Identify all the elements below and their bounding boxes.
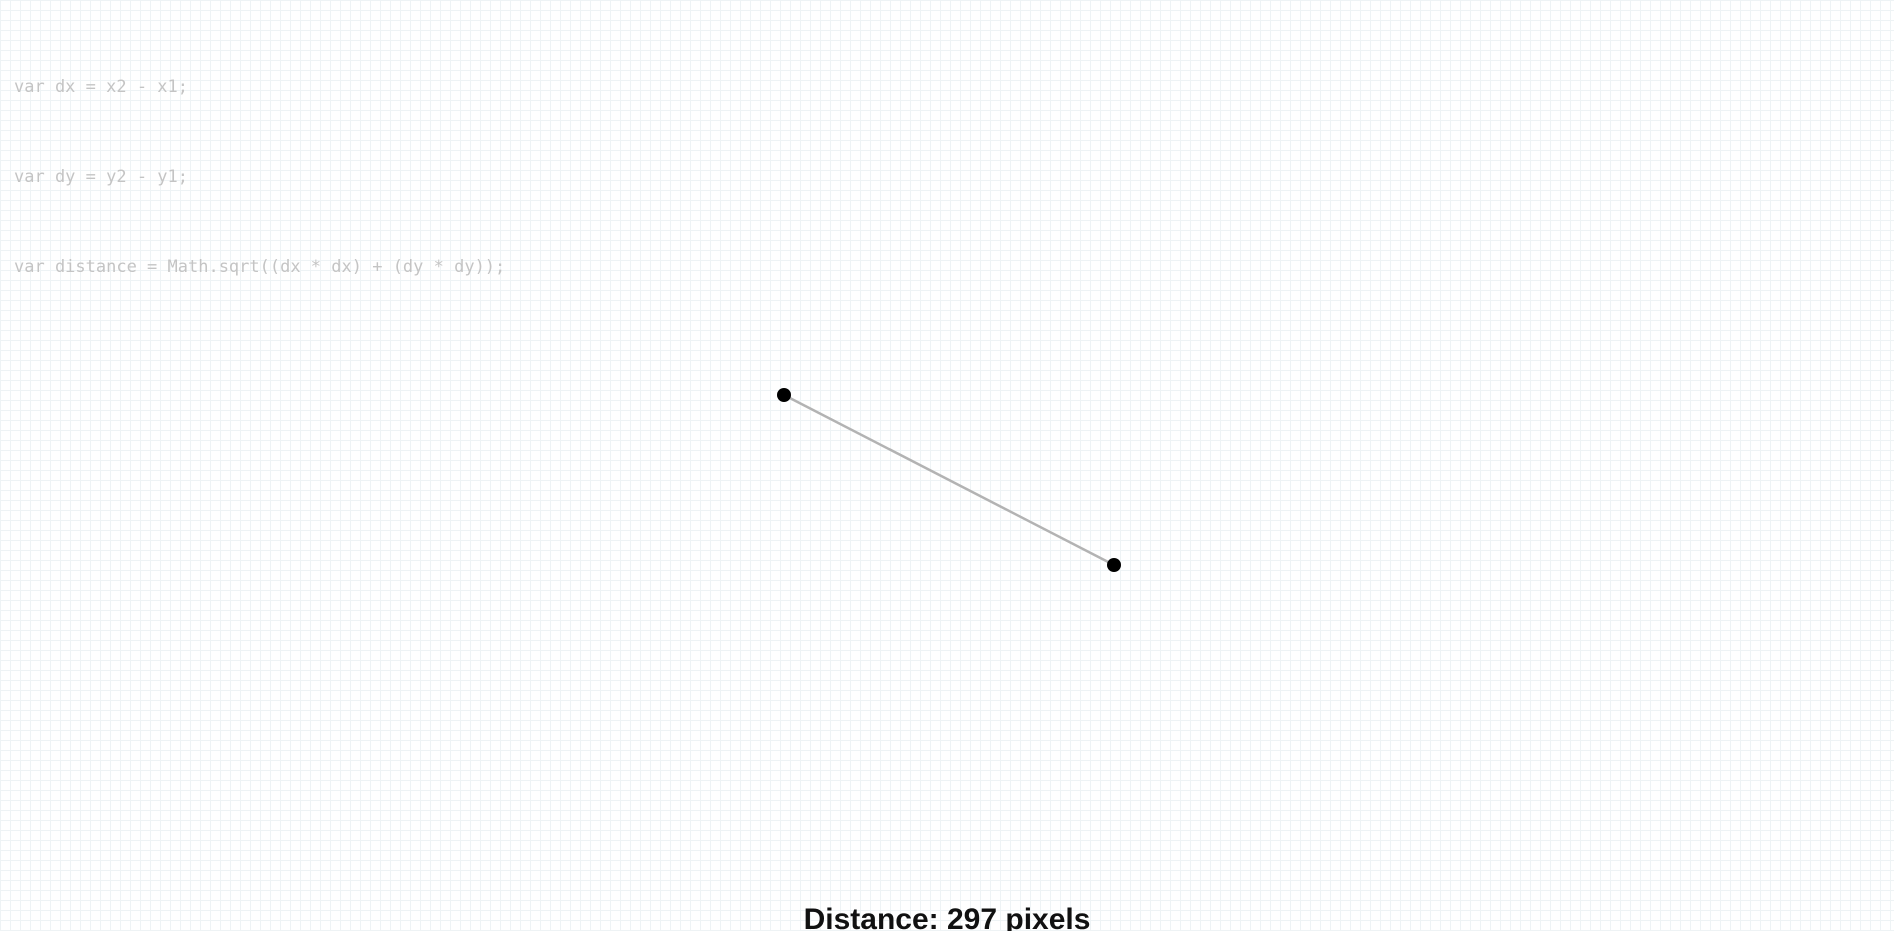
distance-value: 297	[946, 903, 998, 931]
draggable-point-1[interactable]	[777, 388, 791, 402]
points-canvas[interactable]	[0, 0, 1894, 931]
connector-line	[783, 393, 1115, 567]
distance-prefix: Distance:	[803, 903, 947, 931]
draggable-point-2[interactable]	[1107, 558, 1121, 572]
drawing-canvas[interactable]: var dx = x2 - x1; var dy = y2 - y1; var …	[0, 0, 1894, 931]
distance-unit: pixels	[997, 903, 1091, 931]
distance-readout: Distance: 297 pixels	[0, 902, 1894, 931]
